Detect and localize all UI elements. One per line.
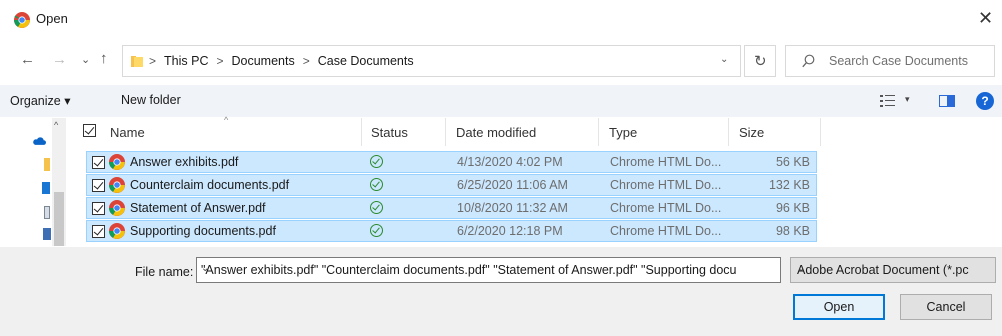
file-row[interactable]: Statement of Answer.pdf 10/8/2020 11:32 … — [86, 197, 817, 219]
folder-icon[interactable] — [44, 158, 50, 171]
sync-status-ok-icon — [370, 155, 383, 168]
column-header-size[interactable]: Size — [729, 118, 821, 146]
column-header-type[interactable]: Type — [599, 118, 729, 146]
organize-button[interactable]: Organize ▾ — [10, 93, 70, 108]
back-arrow-icon[interactable]: ← — [20, 52, 35, 68]
file-size: 132 KB — [768, 178, 810, 192]
search-placeholder: Search Case Documents — [829, 54, 968, 68]
file-type-filter-select[interactable]: Adobe Acrobat Document (*.pc ⌄ — [790, 257, 996, 283]
file-date: 4/13/2020 4:02 PM — [457, 155, 563, 169]
view-dropdown-icon[interactable]: ▾ — [905, 94, 910, 105]
file-type: Chrome HTML Do... — [610, 178, 722, 192]
help-icon[interactable]: ? — [976, 92, 994, 110]
documents-icon[interactable] — [44, 206, 50, 219]
cancel-button[interactable]: Cancel — [900, 294, 992, 320]
open-button[interactable]: Open — [793, 294, 885, 320]
breadcrumb-documents[interactable]: Documents — [231, 54, 294, 68]
breadcrumb-separator: > — [216, 54, 224, 68]
chrome-icon — [109, 177, 125, 193]
file-type: Chrome HTML Do... — [610, 201, 722, 215]
file-name: Supporting documents.pdf — [130, 224, 276, 238]
breadcrumb-separator: > — [302, 54, 310, 68]
row-checkbox[interactable] — [92, 179, 105, 192]
scroll-thumb[interactable] — [54, 192, 64, 246]
preview-pane-icon[interactable] — [939, 95, 955, 107]
dialog-footer: File name: "Answer exhibits.pdf" "Counte… — [0, 247, 1002, 336]
pictures-icon[interactable] — [43, 228, 51, 240]
refresh-button[interactable]: ↻ — [744, 45, 776, 77]
view-options-icon[interactable] — [880, 94, 896, 108]
chevron-down-icon[interactable]: ⌄ — [201, 263, 763, 274]
breadcrumb-separator: > — [149, 54, 157, 68]
row-checkbox[interactable] — [92, 225, 105, 238]
close-icon[interactable]: ✕ — [978, 9, 993, 27]
column-header-date-modified[interactable]: Date modified — [446, 118, 599, 146]
row-checkbox[interactable] — [92, 202, 105, 215]
file-name-input[interactable]: "Answer exhibits.pdf" "Counterclaim docu… — [196, 257, 781, 283]
sync-status-ok-icon — [370, 178, 383, 191]
command-bar: Organize ▾ New folder ▾ ? — [0, 85, 1002, 117]
file-type: Chrome HTML Do... — [610, 224, 722, 238]
search-icon — [802, 54, 815, 68]
column-header-status[interactable]: Status — [362, 118, 446, 146]
up-arrow-icon[interactable]: ↑ — [100, 51, 108, 67]
file-date: 6/2/2020 12:18 PM — [457, 224, 563, 238]
file-row[interactable]: Counterclaim documents.pdf 6/25/2020 11:… — [86, 174, 817, 196]
address-bar[interactable]: > This PC > Documents > Case Documents ⌄ — [122, 45, 741, 77]
onedrive-icon[interactable] — [32, 134, 46, 148]
file-row[interactable]: Supporting documents.pdf 6/2/2020 12:18 … — [86, 220, 817, 242]
file-name: Answer exhibits.pdf — [130, 155, 239, 169]
chevron-down-icon: ⌄ — [797, 263, 806, 274]
chrome-icon — [109, 154, 125, 170]
scroll-up-icon[interactable]: ^ — [54, 120, 58, 130]
title-bar: Open ✕ — [0, 0, 1002, 38]
recent-locations-chevron-icon[interactable]: ⌄ — [81, 52, 90, 68]
file-row[interactable]: Answer exhibits.pdf 4/13/2020 4:02 PM Ch… — [86, 151, 817, 173]
folder-icon — [131, 56, 143, 67]
chrome-icon — [109, 223, 125, 239]
file-size: 56 KB — [775, 155, 810, 169]
chrome-icon — [14, 12, 30, 28]
file-size: 98 KB — [775, 224, 810, 238]
select-all-checkbox[interactable] — [83, 124, 96, 137]
file-name-label: File name: — [135, 265, 194, 279]
window-title: Open — [36, 11, 68, 26]
file-date: 10/8/2020 11:32 AM — [457, 201, 568, 215]
refresh-icon: ↻ — [754, 53, 767, 70]
desktop-icon[interactable] — [42, 182, 50, 194]
forward-arrow-icon[interactable]: → — [52, 52, 67, 68]
file-size: 96 KB — [775, 201, 810, 215]
search-input[interactable]: Search Case Documents — [785, 45, 995, 77]
new-folder-button[interactable]: New folder — [121, 93, 181, 107]
breadcrumb-case-documents[interactable]: Case Documents — [318, 54, 414, 68]
file-name: Counterclaim documents.pdf — [130, 178, 290, 192]
chrome-icon — [109, 200, 125, 216]
column-header-name[interactable]: Name — [104, 118, 362, 146]
file-date: 6/25/2020 11:06 AM — [457, 178, 568, 192]
nav-pane-scrollbar[interactable]: ^ — [52, 118, 66, 246]
sync-status-ok-icon — [370, 224, 383, 237]
row-checkbox[interactable] — [92, 156, 105, 169]
breadcrumb: > This PC > Documents > Case Documents — [149, 54, 414, 68]
address-dropdown-icon[interactable]: ⌄ — [720, 54, 728, 65]
sync-status-ok-icon — [370, 201, 383, 214]
breadcrumb-this-pc[interactable]: This PC — [164, 54, 208, 68]
file-type: Chrome HTML Do... — [610, 155, 722, 169]
file-name: Statement of Answer.pdf — [130, 201, 266, 215]
